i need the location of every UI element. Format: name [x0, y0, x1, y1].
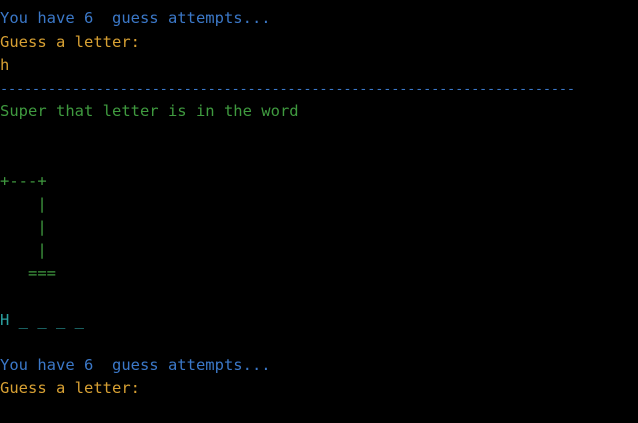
user-guess-input: h — [0, 56, 10, 74]
gallows-post-1: | — [0, 195, 47, 213]
separator-line: ----------------------------------------… — [0, 81, 575, 97]
gallows-top: +---+ — [0, 172, 47, 190]
success-message: Super that letter is in the word — [0, 102, 299, 120]
terminal-window[interactable]: You have 6 guess attempts... Guess a let… — [0, 0, 638, 423]
attempts-message-repeat: You have 6 guess attempts... — [0, 356, 271, 374]
guess-prompt-repeat: Guess a letter: — [0, 379, 140, 397]
gallows-base: === — [0, 264, 56, 282]
hidden-word: H _ _ _ _ — [0, 311, 84, 329]
gallows-post-3: | — [0, 241, 47, 259]
attempts-message: You have 6 guess attempts... — [0, 9, 271, 27]
input-line[interactable] — [0, 399, 45, 422]
gallows-post-2: | — [0, 218, 47, 236]
guess-prompt: Guess a letter: — [0, 33, 140, 51]
